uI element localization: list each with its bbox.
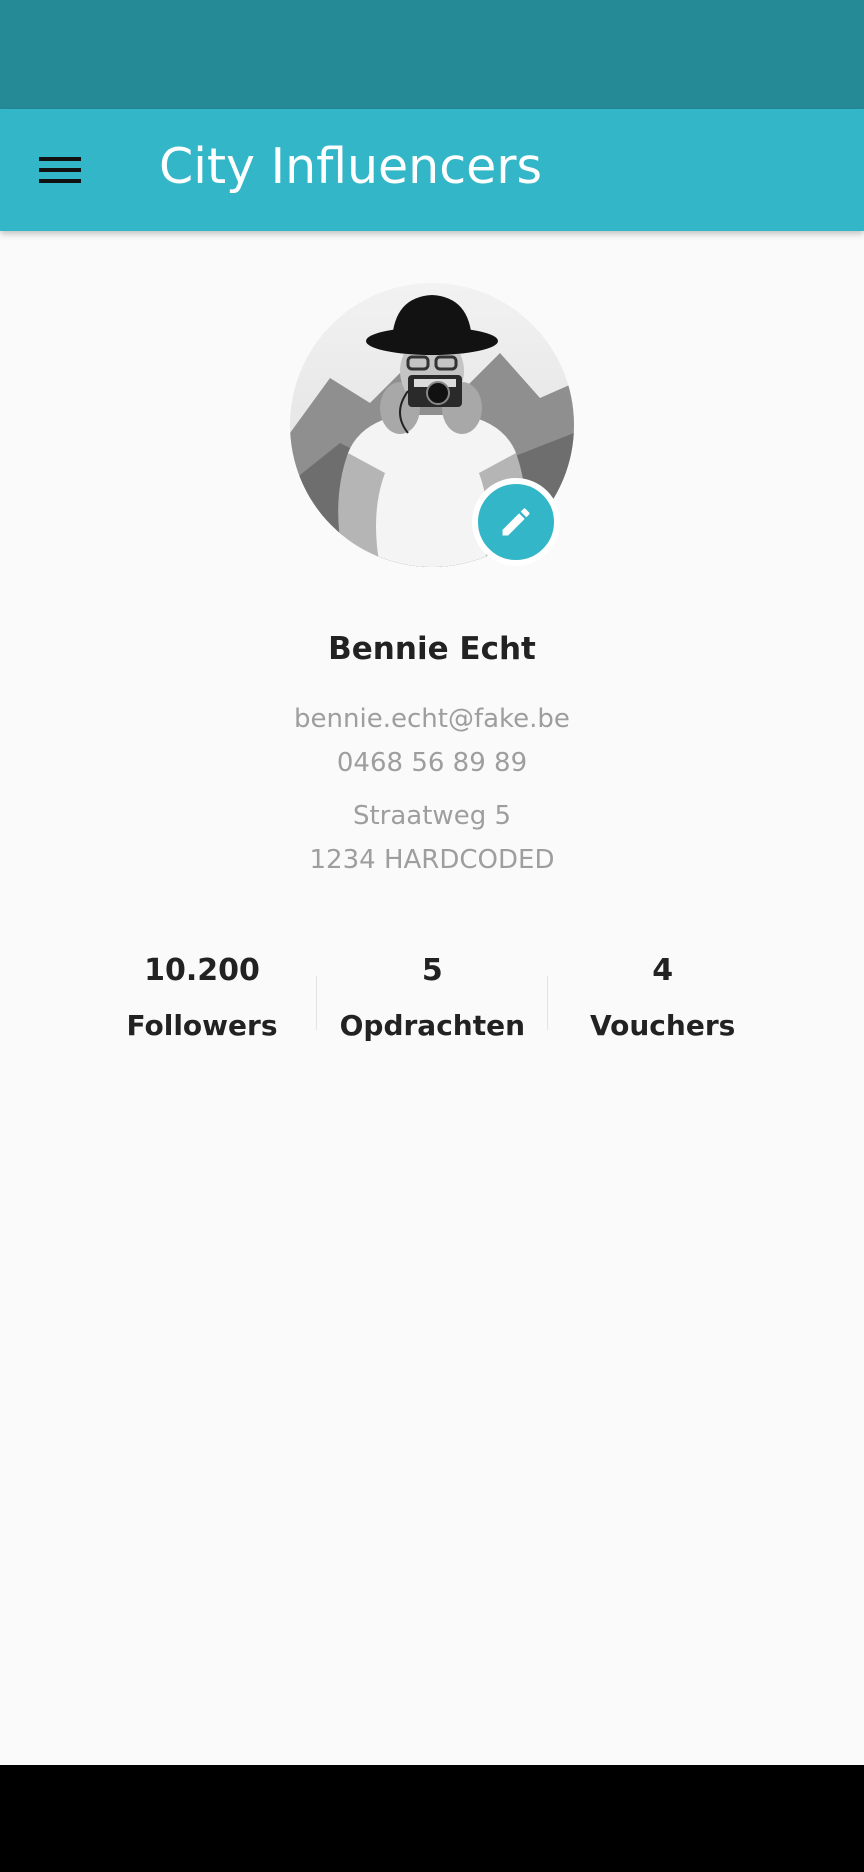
profile-phone: 0468 56 89 89 <box>336 748 528 778</box>
stat-vouchers[interactable]: 4 Vouchers <box>548 949 777 1089</box>
app-bar: City Influencers <box>0 109 864 231</box>
profile-email: bennie.echt@fake.be <box>294 704 570 734</box>
edit-photo-button[interactable] <box>472 478 560 566</box>
pencil-icon <box>502 508 530 536</box>
stat-opdrachten[interactable]: 5 Opdrachten <box>317 949 546 1089</box>
status-bar <box>0 0 864 109</box>
stat-value: 4 <box>652 953 674 988</box>
stat-value: 10.200 <box>144 953 260 988</box>
profile-city: 1234 HARDCODED <box>309 845 555 875</box>
navigation-bar <box>0 1765 864 1872</box>
stat-label: Vouchers <box>590 1009 736 1042</box>
profile-name: Bennie Echt <box>328 631 536 667</box>
profile-content: Bennie Echt bennie.echt@fake.be 0468 56 … <box>0 231 864 1765</box>
menu-icon <box>39 157 81 183</box>
menu-button[interactable] <box>20 130 100 210</box>
app-title: City Influencers <box>159 138 543 195</box>
stat-value: 5 <box>421 953 443 988</box>
stat-label: Followers <box>126 1009 278 1042</box>
stat-label: Opdrachten <box>339 1009 526 1042</box>
stat-followers[interactable]: 10.200 Followers <box>87 949 316 1089</box>
stats-row: 10.200 Followers 5 Opdrachten 4 Vouchers <box>87 949 777 1089</box>
profile-street: Straatweg 5 <box>352 801 512 831</box>
